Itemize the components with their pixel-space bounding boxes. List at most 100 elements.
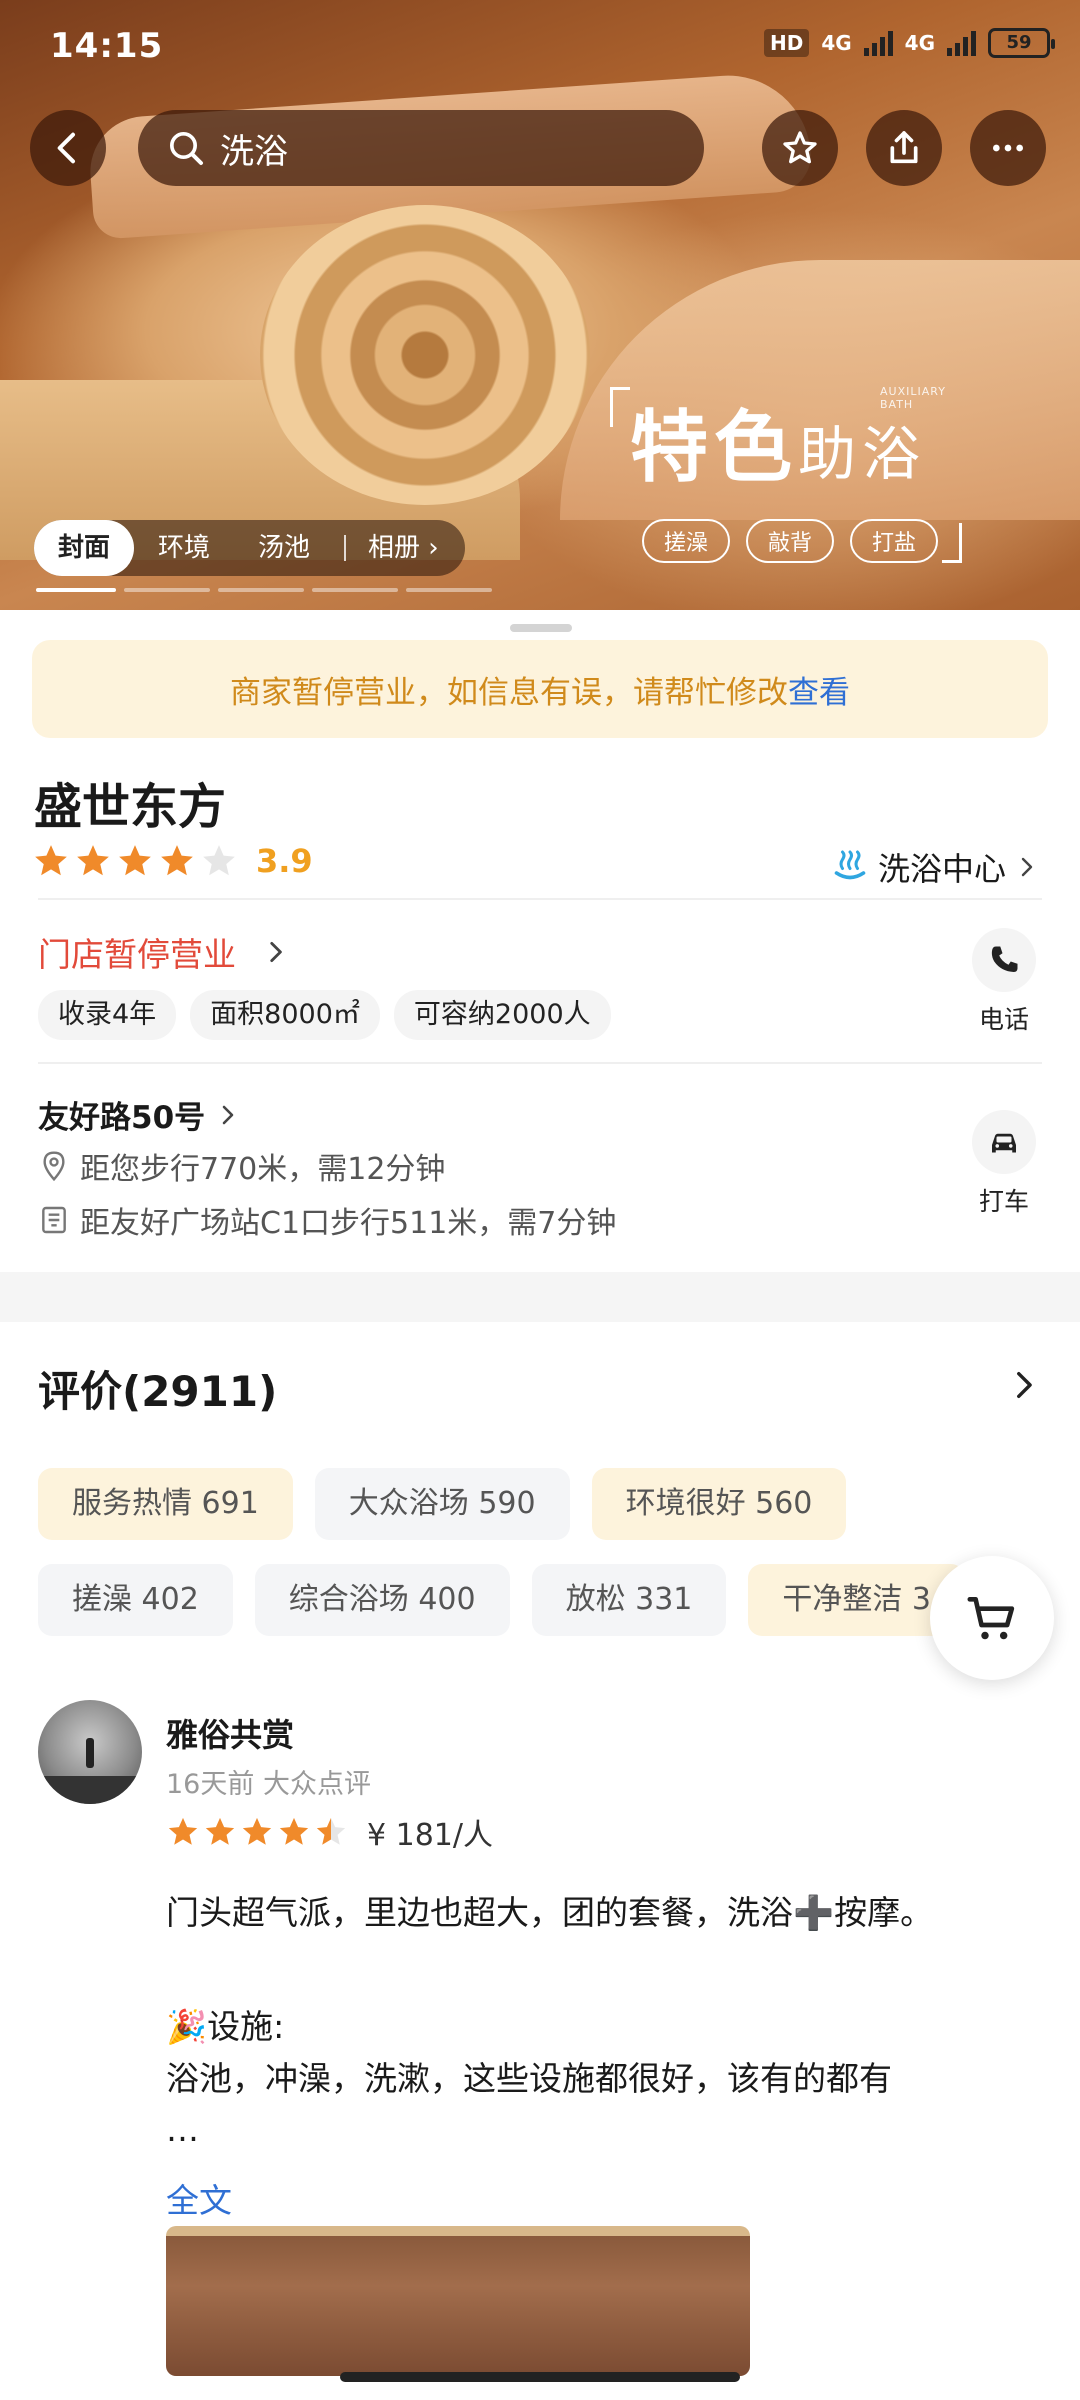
more-button[interactable] — [970, 110, 1046, 186]
star-filled-icon — [242, 1817, 272, 1845]
location-pin-icon — [43, 1151, 65, 1182]
promo-bracket-right — [942, 523, 963, 563]
review-item[interactable]: 雅俗共赏 16天前 大众点评 ¥ 181/人 门头超气派，里边也超大，团的套餐，… — [38, 1700, 1048, 2400]
phone-label: 电话 — [978, 1005, 1029, 1034]
promo-tag: 搓澡 — [642, 519, 731, 563]
hd-indicator: HD — [763, 29, 810, 57]
shop-info-card: 商家暂停营业，如信息有误，请帮忙修改 查看 盛世东方 3.9 洗浴中心 门店暂停营… — [0, 612, 1080, 1272]
avatar[interactable] — [38, 1700, 142, 1804]
review-photo[interactable] — [166, 2226, 750, 2376]
shop-name: 盛世东方 — [34, 779, 227, 835]
shop-tag: 可容纳2000人 — [393, 990, 611, 1040]
chevron-right-icon — [1021, 857, 1033, 877]
review-tag[interactable]: 环境很好 560 — [591, 1468, 847, 1540]
review-tags-row-2: 搓澡 402 综合浴场 400 放松 331 干净整洁 3 — [38, 1564, 966, 1636]
gallery-progress — [36, 588, 492, 592]
status-time: 14:15 — [50, 26, 164, 66]
closure-notice: 商家暂停营业，如信息有误，请帮忙修改 查看 — [32, 640, 1048, 738]
phone-circle — [972, 928, 1036, 992]
review-tag[interactable]: 服务热情 691 — [38, 1468, 293, 1540]
star-empty-icon — [203, 845, 235, 876]
transit-distance-text: 距友好广场站C1口步行511米，需7分钟 — [80, 1206, 617, 1241]
section-gap — [0, 1272, 1080, 1322]
review-tag[interactable]: 综合浴场 400 — [254, 1564, 510, 1636]
hero-promo: 特色助浴 AUXILIARY BATH 搓澡 敲背 打盐 — [610, 385, 963, 563]
review-ellipsis: … — [166, 2110, 199, 2149]
transit-distance: 距友好广场站C1口步行511米，需7分钟 — [38, 1198, 616, 1242]
battery-icon: 59 — [988, 28, 1055, 58]
review-tags-row-1: 服务热情 691 大众浴场 590 环境很好 560 — [38, 1468, 847, 1540]
search-query: 洗浴 — [220, 131, 288, 172]
hero-image[interactable]: 14:15 HD 4G 4G 59 洗浴 特色助浴 AUXILIARY BATH… — [0, 0, 1080, 610]
cart-button[interactable] — [930, 1556, 1054, 1680]
search-bar[interactable]: 洗浴 — [138, 110, 704, 186]
category-link[interactable]: 洗浴中心 — [832, 844, 1038, 890]
share-button[interactable] — [866, 110, 942, 186]
walk-distance: 距您步行770米，需12分钟 — [38, 1144, 445, 1188]
category-label: 洗浴中心 — [877, 850, 1006, 888]
search-icon — [170, 132, 203, 165]
star-half-icon — [316, 1817, 346, 1845]
reviewer-name[interactable]: 雅俗共赏 — [166, 1710, 294, 1756]
walk-distance-text: 距您步行770米，需12分钟 — [80, 1152, 446, 1187]
review-text-line: 🎉设施: — [166, 2007, 285, 2046]
tab-environment[interactable]: 环境 — [134, 520, 234, 576]
phone-icon — [991, 946, 1018, 972]
review-text-line: 门头超气派，里边也超大，团的套餐，洗浴➕按摩。 — [166, 1893, 934, 1932]
rating-score: 3.9 — [256, 842, 313, 880]
address-link[interactable]: 友好路50号 — [38, 1092, 239, 1137]
reviews-title[interactable]: 评价(2911) — [38, 1358, 277, 1419]
more-dots-icon — [993, 144, 1023, 152]
shop-tag: 面积8000㎡ — [190, 990, 380, 1040]
chevron-right-icon — [270, 941, 282, 963]
tab-cover[interactable]: 封面 — [34, 520, 135, 576]
star-filled-icon — [279, 1817, 309, 1845]
hot-spring-icon — [834, 850, 866, 880]
notice-view-link[interactable]: 查看 — [788, 667, 850, 712]
tab-album[interactable]: 相册 › — [354, 520, 439, 576]
review-meta: 16天前 大众点评 — [166, 1769, 371, 1800]
back-button[interactable] — [30, 110, 106, 186]
favorite-button[interactable] — [762, 110, 838, 186]
status-icons: HD 4G 4G 59 — [763, 28, 1055, 58]
taxi-button[interactable]: 打车 — [964, 1110, 1044, 1218]
taxi-label: 打车 — [978, 1187, 1029, 1216]
review-rating: ¥ 181/人 — [166, 1810, 493, 1854]
shop-rating: 3.9 — [32, 842, 313, 880]
shopping-cart-icon — [967, 1597, 1015, 1640]
star-filled-icon — [161, 845, 193, 876]
promo-tag: 打盐 — [850, 519, 939, 563]
chevron-right-icon — [222, 1105, 234, 1124]
tab-pool[interactable]: 汤池 — [234, 520, 334, 576]
star-filled-icon — [35, 845, 67, 876]
phone-button[interactable]: 电话 — [964, 928, 1044, 1036]
tab-separator — [344, 535, 347, 561]
drag-handle[interactable] — [510, 624, 572, 632]
review-price: ¥ 181/人 — [367, 1818, 493, 1853]
review-tag[interactable]: 搓澡 402 — [38, 1564, 233, 1636]
share-icon — [890, 131, 918, 164]
chevron-right-icon[interactable] — [1006, 1368, 1040, 1402]
read-full-link[interactable]: 全文 — [166, 2174, 232, 2222]
review-tag[interactable]: 大众浴场 590 — [314, 1468, 570, 1540]
star-filled-icon — [77, 845, 109, 876]
divider — [38, 1062, 1042, 1064]
star-outline-icon — [783, 131, 817, 164]
star-filled-icon — [168, 1817, 198, 1845]
home-indicator[interactable] — [340, 2372, 740, 2382]
promo-subtitle: AUXILIARY BATH — [880, 385, 946, 411]
promo-tags: 搓澡 敲背 打盐 — [642, 519, 939, 563]
avatar-ground — [38, 1776, 142, 1804]
signal-icon — [863, 30, 893, 56]
shop-tags: 收录4年 面积8000㎡ 可容纳2000人 — [38, 990, 611, 1040]
business-status[interactable]: 门店暂停营业 — [38, 928, 288, 976]
network-type-2: 4G — [904, 31, 935, 55]
network-type-1: 4G — [821, 31, 852, 55]
promo-bracket-left — [610, 387, 630, 427]
notice-text: 商家暂停营业，如信息有误，请帮忙修改 — [230, 674, 788, 711]
review-tag[interactable]: 放松 331 — [531, 1564, 727, 1636]
avatar-figure — [86, 1738, 94, 1768]
gallery-tabs: 封面 环境 汤池 相册 › — [34, 520, 465, 576]
shop-tag: 收录4年 — [38, 990, 177, 1040]
taxi-circle — [972, 1110, 1036, 1174]
